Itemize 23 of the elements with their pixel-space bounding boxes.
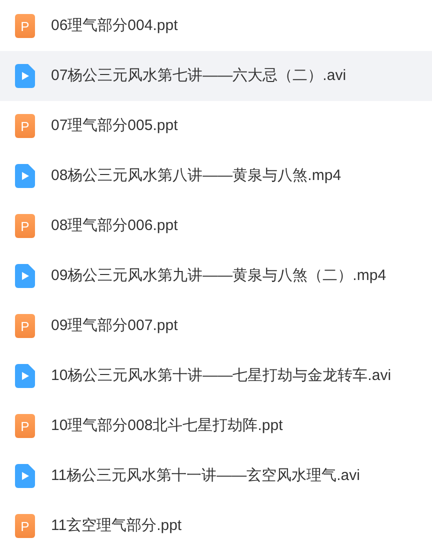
video-file-icon [15,64,35,88]
file-name: 11杨公三元风水第十一讲——玄空风水理气.avi [51,466,360,486]
file-name: 10理气部分008北斗七星打劫阵.ppt [51,416,283,436]
video-file-icon [15,264,35,288]
presentation-file-icon: P [15,14,35,38]
presentation-file-icon: P [15,514,35,538]
presentation-file-icon: P [15,414,35,438]
file-name: 10杨公三元风水第十讲——七星打劫与金龙转车.avi [51,366,392,386]
file-name: 07杨公三元风水第七讲——六大忌（二）.avi [51,66,346,86]
video-file-icon [15,464,35,488]
file-name: 09理气部分007.ppt [51,316,178,336]
file-name: 09杨公三元风水第九讲——黄泉与八煞（二）.mp4 [51,266,386,286]
file-name: 08杨公三元风水第八讲——黄泉与八煞.mp4 [51,166,342,186]
file-name: 08理气部分006.ppt [51,216,178,236]
video-file-icon [15,364,35,388]
file-name: 06理气部分004.ppt [51,16,178,36]
file-name: 07理气部分005.ppt [51,116,178,136]
presentation-file-icon: P [15,314,35,338]
file-row[interactable]: 07杨公三元风水第七讲——六大忌（二）.avi [0,51,432,101]
video-file-icon [15,164,35,188]
presentation-file-icon: P [15,114,35,138]
file-name: 11玄空理气部分.ppt [51,516,182,536]
presentation-file-icon: P [15,214,35,238]
